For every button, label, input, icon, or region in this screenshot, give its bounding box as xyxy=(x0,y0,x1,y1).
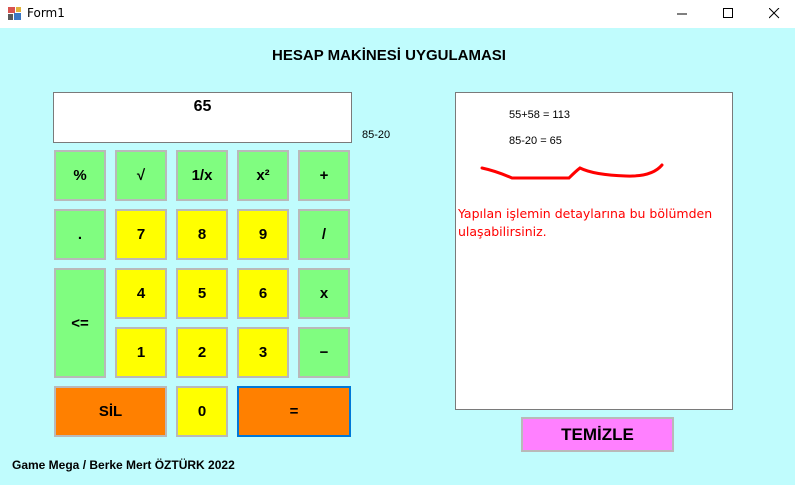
percent-button[interactable]: % xyxy=(54,150,106,201)
digit-1-button[interactable]: 1 xyxy=(115,327,167,378)
equals-button[interactable]: = xyxy=(237,386,351,437)
divide-button[interactable]: / xyxy=(298,209,350,260)
clear-button[interactable]: SİL xyxy=(54,386,167,437)
digit-9-button[interactable]: 9 xyxy=(237,209,289,260)
maximize-icon xyxy=(723,8,733,18)
form-app-icon xyxy=(8,7,21,20)
digit-7-button[interactable]: 7 xyxy=(115,209,167,260)
maximize-button[interactable] xyxy=(706,0,752,28)
minimize-button[interactable] xyxy=(660,0,706,28)
minimize-icon xyxy=(677,13,687,15)
close-icon xyxy=(769,8,780,19)
multiply-button[interactable]: x xyxy=(298,268,350,319)
sqrt-button[interactable]: √ xyxy=(115,150,167,201)
decimal-point-button[interactable]: . xyxy=(54,209,106,260)
history-panel[interactable]: 55+58 = 113 85-20 = 65 Yapılan işlemin d… xyxy=(455,92,733,410)
minus-button[interactable]: − xyxy=(298,327,350,378)
digit-8-button[interactable]: 8 xyxy=(176,209,228,260)
temizle-button[interactable]: TEMİZLE xyxy=(521,417,674,452)
title-bar: Form1 xyxy=(0,0,795,28)
digit-0-button[interactable]: 0 xyxy=(176,386,228,437)
result-display[interactable]: 65 xyxy=(53,92,352,143)
backspace-button[interactable]: <= xyxy=(54,268,106,378)
reciprocal-button[interactable]: 1/x xyxy=(176,150,228,201)
plus-button[interactable]: + xyxy=(298,150,350,201)
digit-3-button[interactable]: 3 xyxy=(237,327,289,378)
digit-6-button[interactable]: 6 xyxy=(237,268,289,319)
form-client-area: HESAP MAKİNESİ UYGULAMASI 65 85-20 % √ 1… xyxy=(0,28,795,485)
pending-operation-label: 85-20 xyxy=(362,129,391,141)
history-help-note: Yapılan işlemin detaylarına bu bölümden … xyxy=(458,206,713,239)
history-line: 55+58 = 113 xyxy=(509,109,570,121)
digit-4-button[interactable]: 4 xyxy=(115,268,167,319)
footer-credit: Game Mega / Berke Mert ÖZTÜRK 2022 xyxy=(12,458,235,472)
digit-2-button[interactable]: 2 xyxy=(176,327,228,378)
red-underline-scribble xyxy=(480,163,664,180)
square-button[interactable]: x² xyxy=(237,150,289,201)
digit-5-button[interactable]: 5 xyxy=(176,268,228,319)
close-button[interactable] xyxy=(752,0,795,28)
window-title: Form1 xyxy=(27,6,65,20)
app-heading: HESAP MAKİNESİ UYGULAMASI xyxy=(272,47,506,64)
history-line: 85-20 = 65 xyxy=(509,135,562,147)
